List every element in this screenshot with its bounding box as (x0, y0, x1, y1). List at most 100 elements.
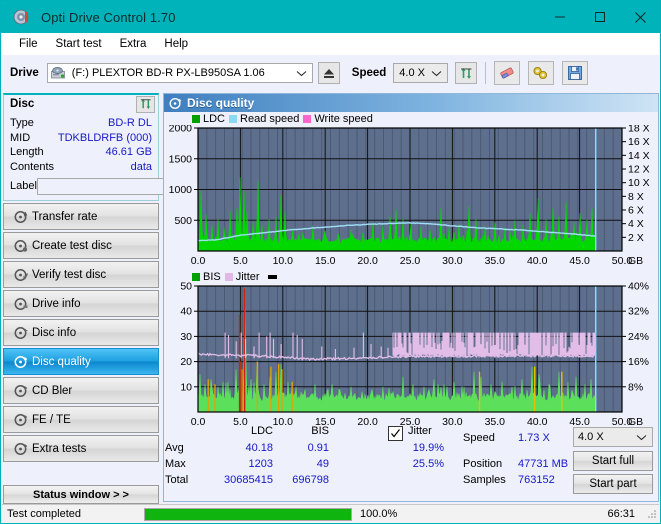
disc-row-type: Type BD-R DL (10, 116, 152, 131)
bis-jitter-chart: 10 20 30 40 50 8% 16% 24% 32% 40% 0.0 5.0 10.0 15.0 20… (164, 282, 658, 430)
svg-text:5.0: 5.0 (233, 255, 248, 267)
resize-grip[interactable] (647, 505, 659, 524)
progress-percent-text: 100.0% (360, 508, 398, 520)
test-speed-select[interactable]: 4.0 X (573, 427, 653, 447)
svg-text:30.0: 30.0 (442, 255, 463, 267)
sidebar-item-label: Drive info (32, 297, 81, 310)
svg-text:16 X: 16 X (628, 136, 650, 148)
svg-text:40.0: 40.0 (527, 255, 548, 267)
sidebar-item-create-test-disc[interactable]: Create test disc (3, 232, 159, 259)
start-part-button[interactable]: Start part (573, 474, 653, 494)
statistics-panel: LDC BIS Jitter Avg Max Total 40.18 1203 … (163, 423, 659, 498)
disc-row-key: Contents (10, 160, 55, 173)
disc-row-contents: Contents data (10, 160, 152, 175)
maximize-button[interactable] (580, 1, 620, 33)
svg-text:35.0: 35.0 (485, 255, 506, 267)
svg-text:8%: 8% (628, 381, 643, 393)
close-button[interactable] (620, 1, 660, 33)
disc-quality-icon (10, 355, 32, 369)
svg-text:1000: 1000 (169, 184, 193, 196)
speed-select[interactable]: 4.0 X (393, 63, 449, 83)
svg-text:50: 50 (180, 282, 192, 293)
stats-row-label-max: Max (165, 458, 186, 470)
stats-samples-label: Samples (463, 474, 506, 486)
status-elapsed-cell: 66:31 (424, 505, 647, 524)
disc-create-icon (10, 239, 32, 253)
sidebar-item-label: FE / TE (32, 413, 71, 426)
legend-label: BIS (203, 270, 221, 283)
erase-button[interactable] (494, 61, 521, 85)
left-panel: Disc Type BD-R DL MID TDKBLDRFB (000) Le… (3, 93, 206, 462)
sidebar-item-verify-test-disc[interactable]: Verify test disc (3, 261, 159, 288)
svg-text:15.0: 15.0 (315, 255, 336, 267)
status-bar: Test completed 100.0% 66:31 (2, 504, 659, 523)
drive-select-value: (F:) PLEXTOR BD-R PX-LB950SA 1.06 (71, 67, 265, 79)
disc-panel-header: Disc (3, 93, 159, 113)
sidebar-item-label: Extra tests (32, 442, 87, 455)
eject-button[interactable] (317, 62, 340, 84)
legend-swatch (229, 115, 238, 123)
disc-row-value: TDKBLDRFB (000) (57, 131, 152, 144)
legend-item-read-speed: Read speed (229, 113, 299, 125)
start-full-button[interactable]: Start full (573, 451, 653, 471)
legend-item-bis: BIS (192, 271, 221, 283)
refresh-button[interactable] (455, 62, 478, 84)
legend-label: Read speed (240, 113, 300, 125)
sidebar-item-disc-info[interactable]: Disc info (3, 319, 159, 346)
disc-row-key: MID (10, 131, 31, 144)
sidebar-item-extra-tests[interactable]: Extra tests (3, 435, 159, 462)
sidebar-item-drive-info[interactable]: Drive info (3, 290, 159, 317)
svg-text:18 X: 18 X (628, 125, 650, 135)
menu-item-help[interactable]: Help (155, 36, 197, 52)
menu-item-file[interactable]: File (10, 36, 47, 52)
chart-2-legend: BIS Jitter (164, 269, 658, 283)
title-bar: Opti Drive Control 1.70 (1, 1, 660, 33)
legend-swatch (192, 115, 200, 123)
ldc-chart-svg: 500 1000 1500 2000 2 X 4 X6 X 8 X 10 X12 X 14 X 1… (169, 125, 650, 267)
sidebar-item-transfer-rate[interactable]: Transfer rate (3, 203, 159, 230)
disc-transfer-icon (10, 210, 32, 224)
sidebar-item-fe-te[interactable]: FE / TE (3, 406, 159, 433)
svg-text:40%: 40% (628, 282, 649, 293)
speed-select-value: 4.0 X (399, 67, 425, 79)
stats-ldc-total: 30685415 (224, 474, 273, 486)
status-message-cell: Test completed (2, 505, 144, 524)
menu-item-extra[interactable]: Extra (111, 36, 156, 52)
svg-text:45.0: 45.0 (569, 255, 590, 267)
extra-tests-icon (10, 442, 32, 456)
window-controls (540, 1, 660, 33)
menu-item-start-test[interactable]: Start test (47, 36, 111, 52)
tools-button[interactable] (528, 61, 555, 85)
speed-label: Speed (351, 67, 387, 79)
sidebar-item-cd-bler[interactable]: CD Bler (3, 377, 159, 404)
sidebar-item-label: Verify test disc (32, 268, 107, 281)
svg-text:25.0: 25.0 (400, 255, 421, 267)
legend-swatch (303, 115, 312, 123)
stats-ldc-avg: 40.18 (245, 442, 273, 454)
minimize-button[interactable] (540, 1, 580, 33)
status-progress-cell (144, 505, 352, 524)
stats-header-bis: BIS (311, 425, 329, 437)
sidebar-item-label: Disc quality (32, 355, 91, 368)
chart-1-legend: LDC Read speed Write speed (164, 112, 658, 125)
save-button[interactable] (562, 61, 589, 85)
stats-ldc-max: 1203 (248, 458, 273, 470)
status-window-label: Status window > > (33, 488, 129, 501)
status-window-button[interactable]: Status window > > (3, 485, 159, 504)
window-title: Opti Drive Control 1.70 (41, 9, 176, 25)
svg-text:1500: 1500 (169, 153, 193, 165)
disc-label-key: Label (10, 180, 37, 192)
application-window: Opti Drive Control 1.70 File Start test … (0, 0, 661, 524)
drive-select[interactable]: (F:) PLEXTOR BD-R PX-LB950SA 1.06 (46, 63, 313, 83)
disc-row-key: Type (10, 117, 34, 130)
svg-text:12 X: 12 X (628, 164, 650, 176)
panel-header: Disc quality (164, 94, 658, 112)
stats-bis-max: 49 (316, 458, 329, 470)
legend-swatch (267, 274, 277, 279)
stats-bis-avg: 0.91 (307, 442, 329, 454)
drive-label: Drive (10, 67, 39, 79)
sidebar-item-disc-quality[interactable]: Disc quality (3, 348, 159, 375)
disc-refresh-button[interactable] (136, 95, 155, 113)
sidebar-item-label: Create test disc (32, 239, 112, 252)
jitter-checkbox[interactable] (388, 426, 403, 441)
